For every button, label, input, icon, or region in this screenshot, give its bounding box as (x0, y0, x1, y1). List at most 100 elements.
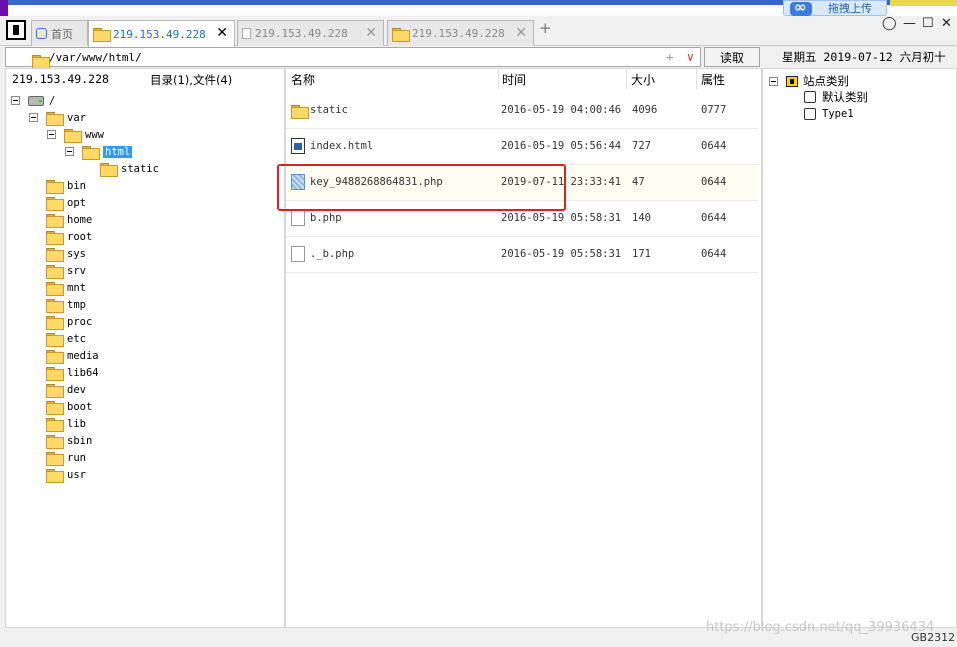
file-time: 2016-05-19 05:56:44 (501, 140, 622, 152)
column-size-header[interactable]: 大小 (631, 71, 655, 88)
tree-item[interactable]: opt (46, 194, 86, 211)
read-button[interactable]: 读取 (704, 47, 760, 67)
column-divider[interactable] (626, 69, 627, 89)
collapse-toggle-icon[interactable] (769, 76, 778, 86)
tree-item[interactable]: tmp (46, 296, 86, 313)
folder-icon (32, 55, 50, 69)
file-row[interactable]: index.html 2016-05-19 05:56:44 727 0644 (286, 129, 758, 165)
tree-item[interactable]: bin (46, 177, 86, 194)
tree-item[interactable]: home (46, 211, 92, 228)
tree-item[interactable]: proc (46, 313, 92, 330)
tree-item[interactable]: dev (46, 381, 86, 398)
cloud-upload-icon (790, 0, 812, 16)
charset-indicator[interactable]: GB2312 (911, 631, 955, 644)
file-attr: 0644 (701, 176, 727, 188)
column-divider[interactable] (498, 69, 499, 89)
tree-item-label: mnt (67, 281, 86, 294)
folder-icon (82, 145, 100, 160)
file-time: 2016-05-19 05:58:31 (501, 212, 622, 224)
address-bar: /var/www/html/ + ∨ 读取 星期五 2019-07-12 六月初… (0, 47, 957, 69)
close-icon[interactable]: ✕ (515, 25, 527, 41)
site-category-icon (786, 75, 798, 87)
site-category-item[interactable]: 默认类别 (804, 89, 868, 105)
folder-icon (46, 434, 64, 449)
tree-item[interactable]: srv (46, 262, 86, 279)
path-input[interactable]: /var/www/html/ + ∨ (5, 47, 701, 69)
tree-item[interactable]: / (11, 92, 55, 109)
folder-icon (93, 28, 111, 42)
category-icon (804, 108, 816, 120)
tree-item[interactable]: static (100, 160, 159, 177)
file-list-header: 名称 时间 大小 属性 (286, 69, 761, 89)
column-attr-header[interactable]: 属性 (701, 71, 725, 88)
folder-icon (46, 383, 64, 398)
file-row[interactable]: static 2016-05-19 04:00:46 4096 0777 (286, 93, 758, 129)
tree-item[interactable]: mnt (46, 279, 86, 296)
tree-item[interactable]: media (46, 347, 99, 364)
collapse-toggle-icon[interactable] (47, 130, 56, 139)
tree-item[interactable]: sbin (46, 432, 92, 449)
tree-item[interactable]: run (46, 449, 86, 466)
close-icon[interactable]: ✕ (216, 25, 228, 41)
tree-item[interactable]: sys (46, 245, 86, 262)
file-attr: 0644 (701, 212, 727, 224)
tree-item-label: media (67, 349, 99, 362)
column-name-header[interactable]: 名称 (291, 71, 315, 88)
app-logo-icon[interactable] (6, 20, 26, 40)
folder-icon (46, 230, 64, 245)
tab-server-1[interactable]: 219.153.49.228 ✕ (88, 20, 235, 47)
tree-item[interactable]: html (65, 143, 133, 160)
add-tab-button[interactable]: + (539, 19, 552, 37)
file-name: index.html (310, 140, 374, 152)
folder-icon (46, 281, 64, 296)
tab-server-1-label: 219.153.49.228 (113, 27, 206, 41)
chevron-down-icon[interactable]: ∨ (687, 50, 694, 64)
drag-upload-button[interactable]: 拖拽上传 (783, 0, 887, 16)
restore-icon[interactable]: ◯ (882, 16, 897, 31)
tree-item-label: srv (67, 264, 86, 277)
file-time: 2016-05-19 04:00:46 (501, 104, 622, 116)
tree-item-label: home (67, 213, 93, 226)
tree-item[interactable]: lib64 (46, 364, 99, 381)
collapse-toggle-icon[interactable] (11, 96, 20, 105)
tab-home-label: 首页 (51, 27, 73, 41)
tab-server-2[interactable]: 219.153.49.228 ✕ (237, 20, 384, 46)
tree-item-label: usr (67, 468, 86, 481)
collapse-toggle-icon[interactable] (65, 147, 74, 156)
tree-item[interactable]: lib (46, 415, 86, 432)
folder-icon (46, 366, 64, 381)
window-close-icon[interactable]: ✕ (941, 16, 952, 31)
file-icon (291, 210, 305, 226)
file-size: 727 (632, 140, 651, 152)
site-category-root[interactable]: 站点类别 (769, 73, 849, 89)
folder-icon (46, 332, 64, 347)
column-divider[interactable] (696, 69, 697, 89)
file-size: 47 (632, 176, 645, 188)
minimize-icon[interactable]: — (903, 16, 916, 31)
dir-file-count: 目录(1),文件(4) (150, 73, 233, 87)
close-icon[interactable]: ✕ (365, 25, 377, 41)
file-row[interactable]: ._b.php 2016-05-19 05:58:31 171 0644 (286, 237, 758, 273)
path-tools: + ∨ (666, 50, 694, 64)
file-icon (291, 246, 305, 262)
tree-item-label: lib (67, 417, 86, 430)
tab-home[interactable]: 首页 (31, 20, 88, 46)
tree-item[interactable]: var (29, 109, 86, 126)
tree-item[interactable]: boot (46, 398, 92, 415)
site-category-item[interactable]: Type1 (804, 106, 854, 122)
column-time-header[interactable]: 时间 (502, 71, 526, 88)
tree-item[interactable]: usr (46, 466, 86, 483)
tree-item[interactable]: www (47, 126, 104, 143)
tree-item[interactable]: etc (46, 330, 86, 347)
folder-icon (46, 213, 64, 228)
drag-upload-label: 拖拽上传 (828, 2, 872, 15)
maximize-icon[interactable]: ☐ (922, 16, 934, 31)
tab-server-3[interactable]: 219.153.49.228 ✕ (387, 20, 534, 46)
file-name: b.php (310, 212, 342, 224)
bg-right-bar (890, 0, 957, 6)
file-list-panel: 名称 时间 大小 属性 static 2016-05-19 04:00:46 409… (285, 68, 762, 628)
collapse-toggle-icon[interactable] (29, 113, 38, 122)
add-path-icon[interactable]: + (666, 50, 673, 64)
tree-item[interactable]: root (46, 228, 92, 245)
document-icon (242, 28, 251, 39)
